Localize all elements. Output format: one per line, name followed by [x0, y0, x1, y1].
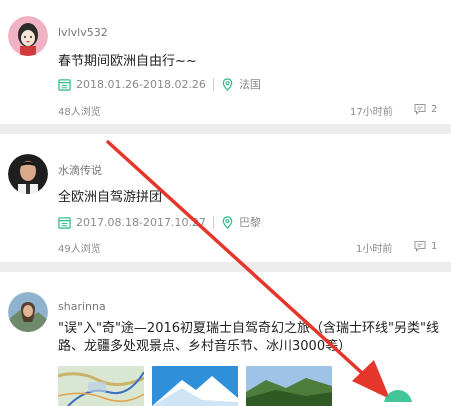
comment-icon: [414, 241, 426, 252]
divider: [0, 262, 451, 272]
post-title[interactable]: 全欧洲自驾游拼团: [58, 186, 162, 205]
username[interactable]: lvlvlv532: [58, 26, 108, 39]
username[interactable]: sharinna: [58, 300, 106, 313]
trip-location: 法国: [238, 78, 261, 91]
comment-number: 2: [431, 103, 438, 115]
post-title[interactable]: 春节期间欧洲自由行~~: [58, 50, 197, 69]
username[interactable]: 水滴传说: [58, 162, 102, 178]
post-image[interactable]: [246, 366, 332, 406]
calendar-icon: [58, 78, 71, 91]
comment-icon: [414, 104, 426, 115]
post-card[interactable]: 水滴传说 全欧洲自驾游拼团 2017.08.18-2017.10.27 巴黎 4…: [0, 134, 451, 262]
view-count: 48人浏览: [58, 107, 101, 118]
post-image[interactable]: [58, 366, 144, 406]
trip-location: 巴黎: [238, 216, 261, 229]
location-pin-icon: [222, 215, 233, 229]
post-image[interactable]: [152, 366, 238, 406]
comment-count[interactable]: 1: [414, 240, 437, 252]
avatar[interactable]: [8, 154, 48, 194]
comment-number: 1: [431, 240, 438, 252]
post-title[interactable]: "误"入"奇"途—2016初夏瑞士自驾奇幻之旅（含瑞士环线"另类"线路、龙疆多处…: [58, 320, 443, 356]
post-card[interactable]: lvlvlv532 春节期间欧洲自由行~~ 2018.01.26-2018.02…: [0, 0, 451, 124]
trip-dates: 2018.01.26-2018.02.26: [76, 77, 206, 91]
view-count: 49人浏览: [58, 244, 101, 255]
comment-count[interactable]: 2: [414, 103, 437, 115]
calendar-icon: [58, 216, 71, 229]
location-pin-icon: [222, 77, 233, 91]
avatar[interactable]: [8, 16, 48, 56]
meta-separator: [212, 215, 214, 229]
post-card[interactable]: sharinna "误"入"奇"途—2016初夏瑞士自驾奇幻之旅（含瑞士环线"另…: [0, 272, 451, 406]
avatar[interactable]: [8, 292, 48, 332]
post-time: 17小时前: [350, 107, 393, 118]
divider: [0, 124, 451, 134]
meta-separator: [212, 77, 214, 91]
trip-dates: 2017.08.18-2017.10.27: [76, 215, 206, 229]
trip-meta: 2018.01.26-2018.02.26 法国: [58, 76, 261, 92]
trip-meta: 2017.08.18-2017.10.27 巴黎: [58, 214, 261, 230]
post-time: 1小时前: [356, 244, 393, 255]
